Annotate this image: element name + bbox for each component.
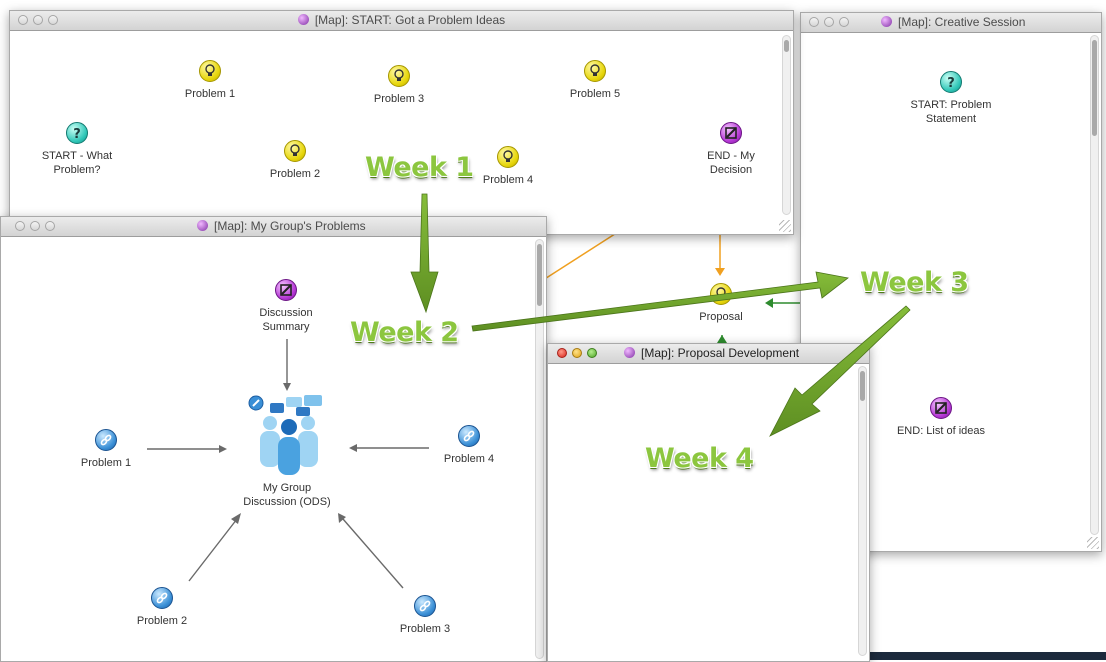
node-label: Problem 2	[269, 168, 321, 180]
problem-4-node[interactable]: Problem 4	[468, 146, 548, 187]
start-what-problem-node[interactable]: ? START - What Problem?	[32, 122, 122, 177]
node-label: My Group Discussion (ODS)	[243, 482, 331, 508]
week-4-label: Week 4	[645, 443, 754, 474]
problem-2-node[interactable]: Problem 2	[255, 140, 335, 181]
problem-4-link-node[interactable]: Problem 4	[434, 425, 504, 466]
window-title: [Map]: Creative Session	[898, 15, 1026, 29]
vertical-scrollbar[interactable]	[1090, 35, 1099, 535]
end-my-decision-node[interactable]: END - My Decision	[693, 122, 769, 177]
proposal-node[interactable]: Proposal	[690, 283, 752, 324]
discussion-summary-node[interactable]: Discussion Summary	[241, 279, 331, 334]
group-discussion-icon	[248, 395, 326, 475]
node-label: Problem 3	[373, 93, 425, 105]
link-icon	[151, 587, 173, 609]
lightbulb-icon	[710, 283, 732, 305]
node-label: END: List of ideas	[896, 425, 986, 437]
window-problem-ideas[interactable]: [Map]: START: Got a Problem Ideas Proble…	[9, 10, 794, 235]
titlebar[interactable]: [Map]: START: Got a Problem Ideas	[10, 11, 793, 31]
problem-3-node[interactable]: Problem 3	[359, 65, 439, 106]
map-app-icon	[624, 347, 635, 358]
question-icon: ?	[66, 122, 88, 144]
start-problem-statement-node[interactable]: ? START: Problem Statement	[891, 71, 1011, 126]
problem-1-link-node[interactable]: Problem 1	[71, 429, 141, 470]
problem-5-node[interactable]: Problem 5	[555, 60, 635, 101]
resize-handle[interactable]	[1087, 537, 1099, 549]
link-icon	[95, 429, 117, 451]
group-discussion-node[interactable]: My Group Discussion (ODS)	[237, 395, 337, 509]
node-label: START: Problem Statement	[910, 99, 992, 125]
node-label: Problem 4	[443, 453, 495, 465]
node-label: Problem 1	[80, 457, 132, 469]
node-label: Problem 2	[136, 615, 188, 627]
node-label: START - What Problem?	[41, 150, 113, 176]
node-label: Problem 3	[399, 623, 451, 635]
vertical-scrollbar[interactable]	[782, 35, 791, 215]
resize-handle[interactable]	[779, 220, 791, 232]
titlebar[interactable]: [Map]: Proposal Development	[548, 344, 869, 364]
node-label: END - My Decision	[707, 150, 755, 176]
window-proposal-development[interactable]: [Map]: Proposal Development	[547, 343, 870, 662]
node-label: Problem 1	[184, 88, 236, 100]
proposal-node-label: Proposal	[699, 311, 743, 323]
question-icon: ?	[940, 71, 962, 93]
window-title: [Map]: Proposal Development	[641, 346, 800, 360]
node-label: Problem 5	[569, 88, 621, 100]
problem-3-link-node[interactable]: Problem 3	[390, 595, 460, 636]
lightbulb-icon	[497, 146, 519, 168]
week-2-label: Week 2	[350, 317, 459, 348]
week-3-label: Week 3	[860, 267, 969, 298]
link-icon	[414, 595, 436, 617]
svg-text:?: ?	[947, 76, 955, 91]
week-1-label: Week 1	[365, 152, 474, 183]
lightbulb-icon	[199, 60, 221, 82]
decision-icon	[275, 279, 297, 301]
svg-text:?: ?	[73, 127, 81, 142]
vertical-scrollbar[interactable]	[858, 366, 867, 656]
lightbulb-icon	[388, 65, 410, 87]
window-title: [Map]: START: Got a Problem Ideas	[314, 13, 506, 27]
lightbulb-icon	[584, 60, 606, 82]
titlebar[interactable]: [Map]: Creative Session	[801, 13, 1101, 33]
problem-1-node[interactable]: Problem 1	[170, 60, 250, 101]
node-label: Discussion Summary	[259, 307, 313, 333]
node-label: Problem 4	[482, 174, 534, 186]
decision-icon	[930, 397, 952, 419]
end-list-of-ideas-node[interactable]: END: List of ideas	[891, 397, 991, 438]
desktop-strip	[866, 652, 1106, 660]
map-app-icon	[881, 16, 892, 27]
window-group-problems[interactable]: [Map]: My Group's Problems Discussion Su…	[0, 216, 547, 662]
link-icon	[458, 425, 480, 447]
decision-icon	[720, 122, 742, 144]
map-app-icon	[297, 14, 309, 25]
problem-2-link-node[interactable]: Problem 2	[127, 587, 197, 628]
lightbulb-icon	[284, 140, 306, 162]
